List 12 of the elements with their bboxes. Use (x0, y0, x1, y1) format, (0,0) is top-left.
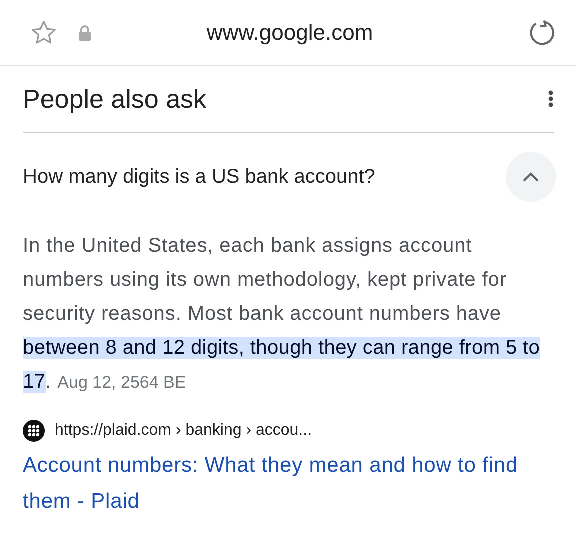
question-text[interactable]: How many digits is a US bank account? (23, 166, 376, 188)
reload-icon[interactable] (528, 18, 556, 46)
star-icon[interactable] (30, 18, 58, 46)
chevron-up-icon (522, 171, 540, 183)
source-url: https://plaid.com › banking › accou... (55, 422, 312, 440)
section-title: People also ask (23, 84, 207, 114)
address-url[interactable]: www.google.com (92, 20, 488, 46)
more-options-icon[interactable] (548, 90, 554, 108)
lock-icon (78, 24, 92, 40)
result-link[interactable]: Account numbers: What they mean and how to find them - Plaid (23, 448, 554, 520)
answer-snippet: In the United States, each bank assigns account numbers using its own methodology, kept private for security reasons. Most bank account numbers have between 8 and 12 digits, though they can range from 5 to 17. Aug 12, 2564 BE (23, 234, 542, 395)
site-logo-icon (23, 420, 45, 442)
